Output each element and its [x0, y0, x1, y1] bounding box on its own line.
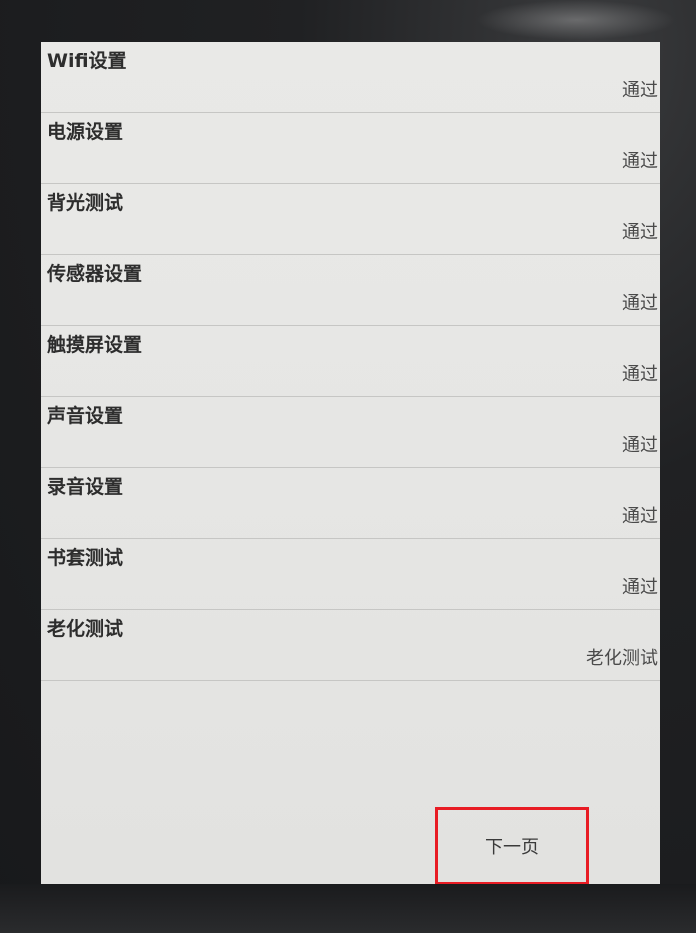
- row-label: 传感器设置: [47, 263, 143, 285]
- row-label: 录音设置: [47, 476, 124, 498]
- row-status: 通过: [622, 435, 658, 456]
- test-row-recording[interactable]: 录音设置 通过: [41, 468, 660, 539]
- row-status: 通过: [622, 293, 658, 314]
- row-status: 通过: [622, 80, 658, 101]
- row-label: 老化测试: [47, 618, 124, 640]
- row-label: Wifi设置: [47, 50, 127, 72]
- row-status: 通过: [622, 151, 658, 172]
- row-status: 通过: [622, 364, 658, 385]
- row-label: 书套测试: [47, 547, 124, 569]
- row-status: 通过: [622, 506, 658, 527]
- test-row-touchscreen[interactable]: 触摸屏设置 通过: [41, 326, 660, 397]
- test-row-sensor[interactable]: 传感器设置 通过: [41, 255, 660, 326]
- test-row-cover[interactable]: 书套测试 通过: [41, 539, 660, 610]
- device-bottom-edge: [0, 884, 696, 933]
- test-row-sound[interactable]: 声音设置 通过: [41, 397, 660, 468]
- test-row-backlight[interactable]: 背光测试 通过: [41, 184, 660, 255]
- row-label: 电源设置: [47, 121, 124, 143]
- test-row-power[interactable]: 电源设置 通过: [41, 113, 660, 184]
- test-row-wifi[interactable]: Wifi设置 通过: [41, 42, 660, 113]
- test-row-aging[interactable]: 老化测试 老化测试: [41, 610, 660, 681]
- row-label: 声音设置: [47, 405, 124, 427]
- next-page-button[interactable]: 下一页: [475, 827, 549, 865]
- device-screen: Wifi设置 通过 电源设置 通过 背光测试 通过 传感器设置 通过 触摸屏设置…: [41, 42, 660, 884]
- row-label: 触摸屏设置: [47, 334, 143, 356]
- row-label: 背光测试: [47, 192, 124, 214]
- row-status: 通过: [622, 222, 658, 243]
- row-status: 老化测试: [586, 648, 658, 669]
- row-status: 通过: [622, 577, 658, 598]
- next-page-highlight-box: 下一页: [435, 807, 589, 884]
- screen-glare: [476, 0, 676, 40]
